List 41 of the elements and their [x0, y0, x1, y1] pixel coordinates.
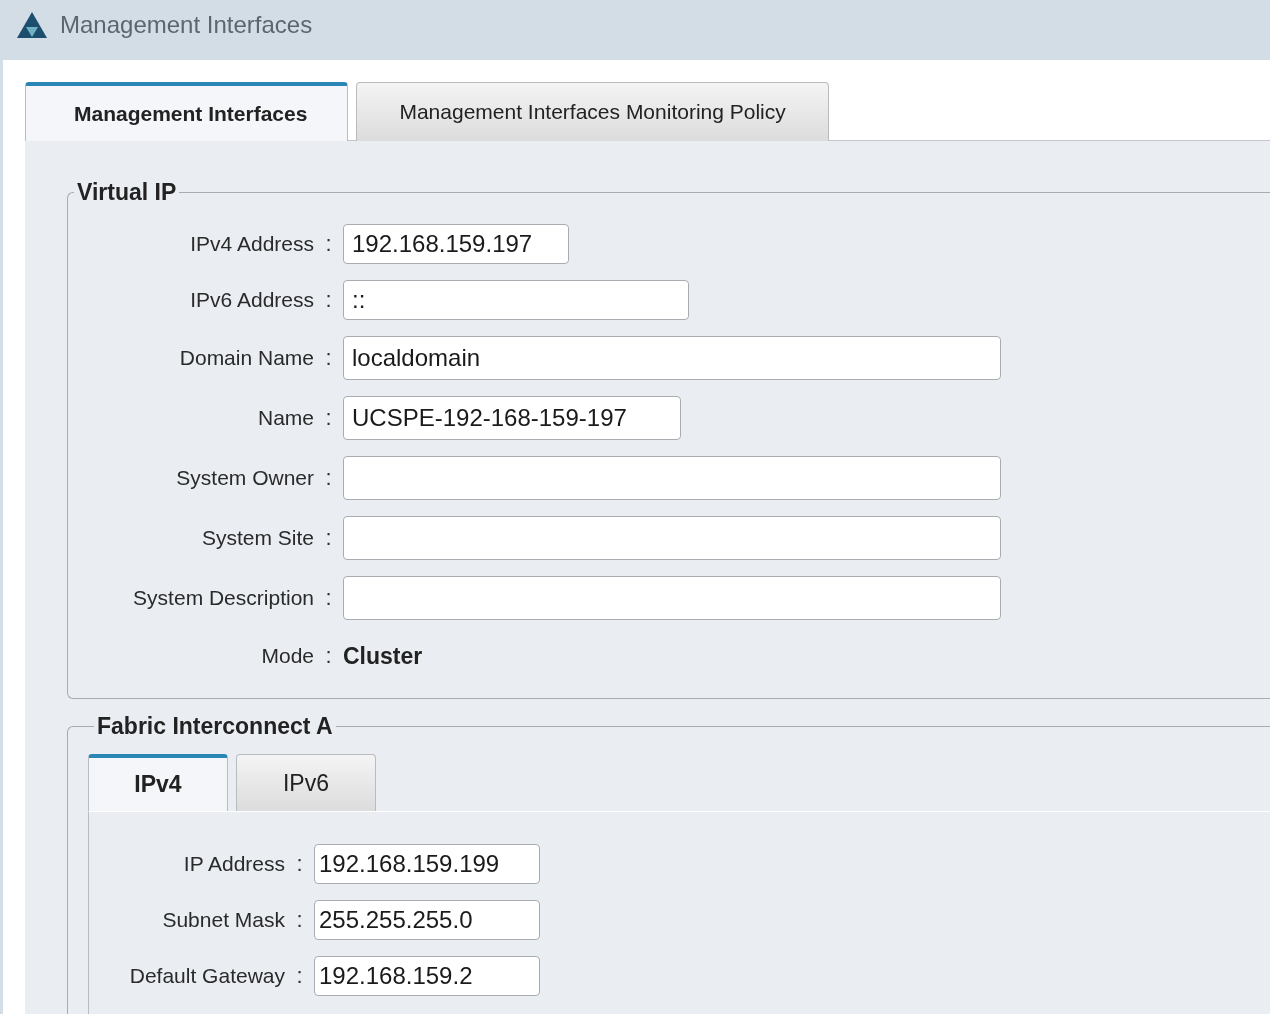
input-field[interactable]: ::: [343, 280, 689, 320]
tab[interactable]: Management Interfaces: [25, 82, 349, 141]
colon: :: [324, 405, 333, 431]
mode-value: Cluster: [343, 642, 423, 670]
group-title: Virtual IP: [76, 179, 178, 206]
colon: :: [324, 643, 333, 669]
input-field[interactable]: localdomain: [343, 336, 1001, 380]
field-label: Name: [256, 406, 314, 430]
colon: :: [324, 231, 333, 257]
colon: :: [295, 963, 304, 989]
field-label: IP Address: [182, 852, 285, 876]
input-field[interactable]: 192.168.159.2: [314, 956, 540, 996]
input-field[interactable]: UCSPE-192-168-159-197: [343, 396, 681, 440]
field-label: System Site: [200, 526, 314, 550]
input-field[interactable]: [343, 456, 1001, 500]
window-title: Management Interfaces: [60, 11, 313, 39]
colon: :: [324, 465, 333, 491]
colon: :: [324, 525, 333, 551]
colon: :: [295, 851, 304, 877]
field-label: IPv4 Address: [189, 232, 314, 256]
group-title: Fabric Interconnect A: [96, 713, 334, 740]
tab[interactable]: IPv6: [236, 754, 376, 811]
colon: :: [324, 345, 333, 371]
input-field[interactable]: [343, 576, 1001, 620]
colon: :: [324, 585, 333, 611]
field-label: System Owner: [175, 466, 314, 490]
colon: :: [295, 907, 304, 933]
tab[interactable]: Management Interfaces Monitoring Policy: [356, 82, 829, 141]
tab[interactable]: IPv4: [88, 754, 228, 811]
field-label: Mode: [260, 644, 314, 668]
input-field[interactable]: [343, 516, 1001, 560]
input-field[interactable]: 192.168.159.199: [314, 844, 540, 884]
triangle-logo-icon: [16, 11, 48, 39]
field-label: Subnet Mask: [161, 908, 285, 932]
field-label: Domain Name: [178, 346, 314, 370]
field-label: Default Gateway: [128, 964, 285, 988]
field-label: IPv6 Address: [189, 288, 314, 312]
input-field[interactable]: 192.168.159.197: [343, 224, 569, 264]
field-label: System Description: [132, 586, 314, 610]
colon: :: [324, 287, 333, 313]
input-field[interactable]: 255.255.255.0: [314, 900, 540, 940]
